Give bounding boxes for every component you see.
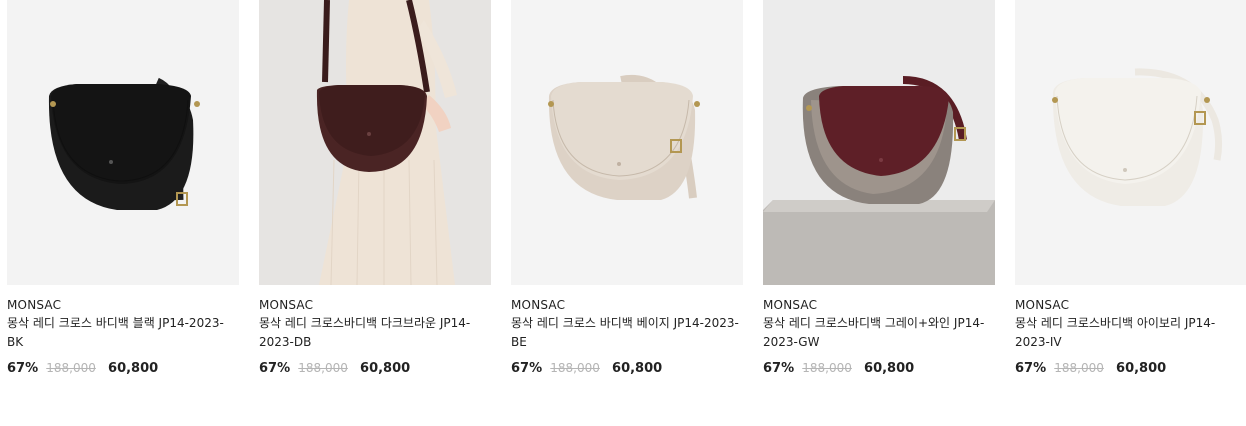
product-image[interactable] [259,0,491,285]
price-row: 67% 188,000 60,800 [511,360,743,377]
discount-rate: 67% [511,361,543,376]
product-name[interactable]: 몽삭 레디 크로스 바디백 블랙 JP14-2023-BK [7,314,239,352]
bag-illustration [511,0,743,285]
sale-price: 60,800 [1116,361,1167,376]
product-name[interactable]: 몽삭 레디 크로스바디백 아이보리 JP14-2023-IV [1015,314,1246,352]
bag-on-pedestal-illustration [763,0,995,285]
discount-rate: 67% [1015,361,1047,376]
original-price: 188,000 [298,361,348,375]
product-info: MONSAC 몽삭 레디 크로스바디백 다크브라운 JP14-2023-DB 6… [259,297,491,376]
product-brand: MONSAC [763,298,818,312]
bag-illustration [7,0,239,285]
product-card[interactable]: MONSAC 몽삭 레디 크로스바디백 아이보리 JP14-2023-IV 67… [1015,0,1246,400]
original-price: 188,000 [46,361,96,375]
product-info: MONSAC 몽삭 레디 크로스바디백 그레이+와인 JP14-2023-GW … [763,297,995,376]
product-name[interactable]: 몽삭 레디 크로스바디백 다크브라운 JP14-2023-DB [259,314,491,352]
product-brand: MONSAC [7,298,62,312]
original-price: 188,000 [550,361,600,375]
sale-price: 60,800 [612,361,663,376]
product-brand: MONSAC [259,298,314,312]
price-row: 67% 188,000 60,800 [7,360,239,377]
product-info: MONSAC 몽삭 레디 크로스 바디백 베이지 JP14-2023-BE 67… [511,297,743,376]
discount-rate: 67% [7,361,39,376]
product-image[interactable] [1015,0,1246,285]
product-card[interactable]: MONSAC 몽삭 레디 크로스바디백 다크브라운 JP14-2023-DB 6… [259,0,491,400]
product-card[interactable]: MONSAC 몽삭 레디 크로스 바디백 베이지 JP14-2023-BE 67… [511,0,743,400]
product-info: MONSAC 몽삭 레디 크로스바디백 아이보리 JP14-2023-IV 67… [1015,297,1246,376]
price-row: 67% 188,000 60,800 [763,360,995,377]
product-card[interactable]: MONSAC 몽삭 레디 크로스바디백 그레이+와인 JP14-2023-GW … [763,0,995,400]
sale-price: 60,800 [360,361,411,376]
original-price: 188,000 [1054,361,1104,375]
original-price: 188,000 [802,361,852,375]
sale-price: 60,800 [108,361,159,376]
sale-price: 60,800 [864,361,915,376]
product-image[interactable] [7,0,239,285]
product-image[interactable] [511,0,743,285]
product-name[interactable]: 몽삭 레디 크로스 바디백 베이지 JP14-2023-BE [511,314,743,352]
product-grid: MONSAC 몽삭 레디 크로스 바디백 블랙 JP14-2023-BK 67%… [7,0,1246,426]
discount-rate: 67% [763,361,795,376]
product-brand: MONSAC [511,298,566,312]
price-row: 67% 188,000 60,800 [1015,360,1246,377]
bag-illustration [1015,0,1246,285]
model-bag-illustration [259,0,491,285]
discount-rate: 67% [259,361,291,376]
product-info: MONSAC 몽삭 레디 크로스 바디백 블랙 JP14-2023-BK 67%… [7,297,239,376]
product-brand: MONSAC [1015,298,1070,312]
price-row: 67% 188,000 60,800 [259,360,491,377]
product-name[interactable]: 몽삭 레디 크로스바디백 그레이+와인 JP14-2023-GW [763,314,995,352]
product-card[interactable]: MONSAC 몽삭 레디 크로스 바디백 블랙 JP14-2023-BK 67%… [7,0,239,400]
product-image[interactable] [763,0,995,285]
